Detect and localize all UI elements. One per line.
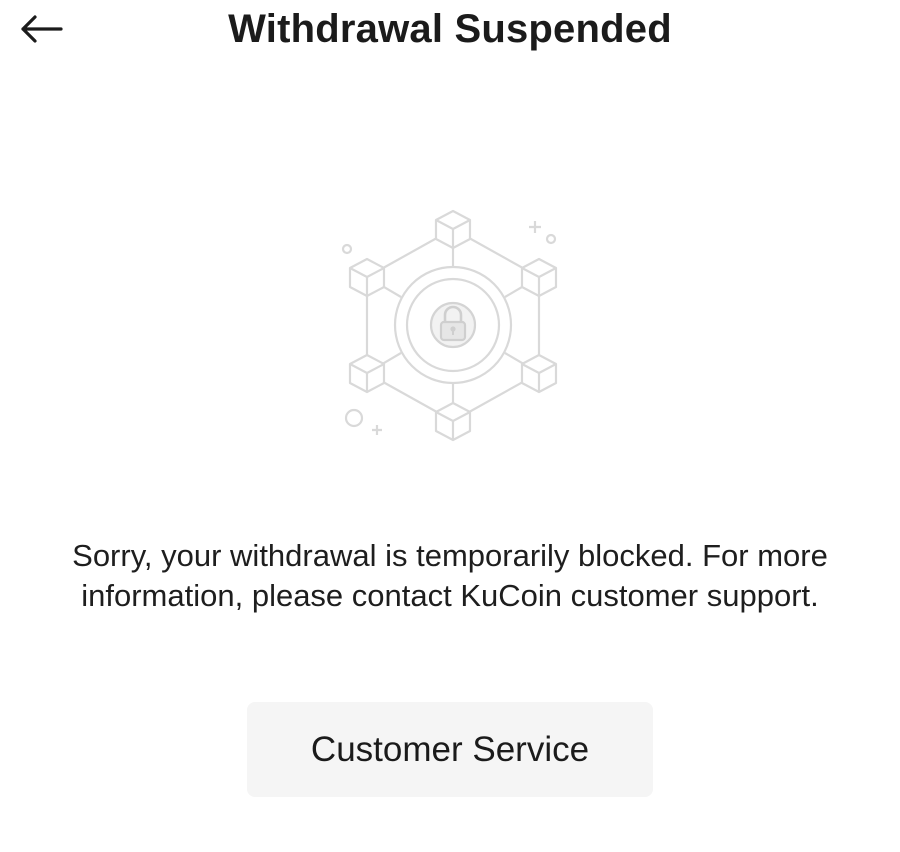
page-title: Withdrawal Suspended (228, 7, 672, 51)
customer-service-button[interactable]: Customer Service (247, 702, 653, 797)
lock-network-icon (341, 209, 558, 442)
header-bar: Withdrawal Suspended (0, 0, 900, 62)
blocked-message: Sorry, your withdrawal is temporarily bl… (72, 538, 828, 613)
